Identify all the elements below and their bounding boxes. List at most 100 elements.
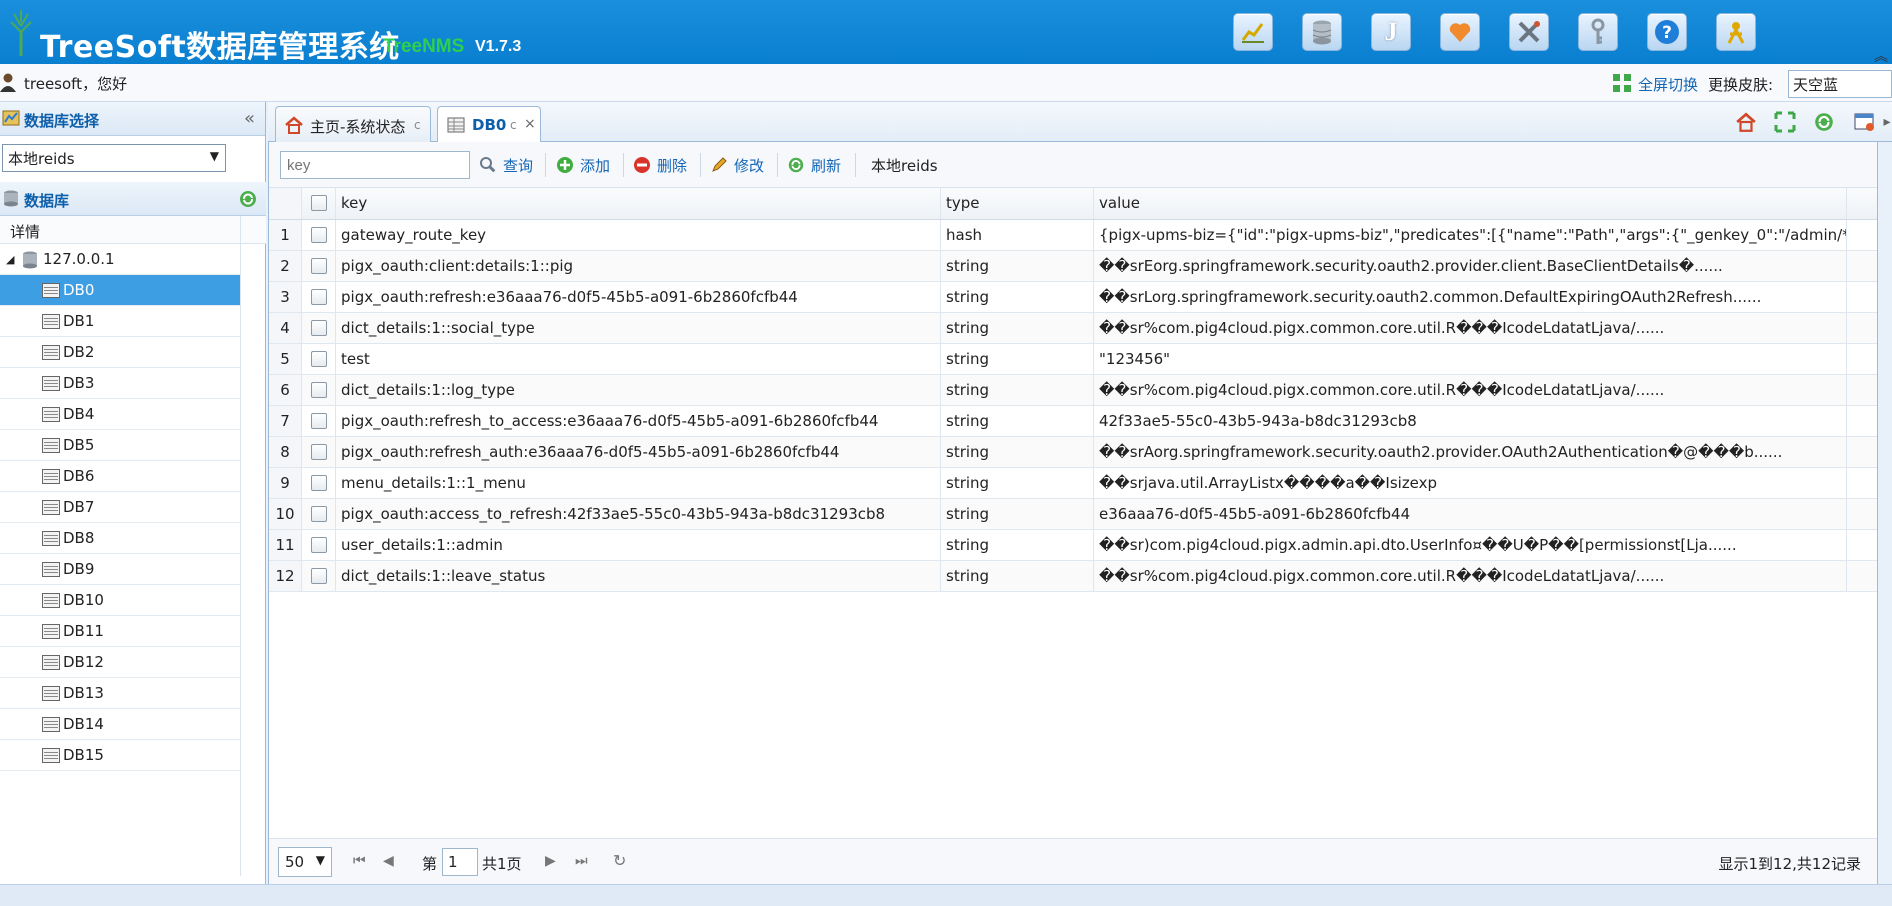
table-row[interactable]: 10 pigx_oauth:access_to_refresh:42f33ae5-… [269,499,1877,530]
fullscreen-toggle-link[interactable]: 全屏切换 [1638,74,1698,95]
column-header-key[interactable]: key [336,188,941,219]
cell-value[interactable]: ��srLorg.springframework.security.oauth2… [1094,282,1847,312]
table-row[interactable]: 11 user_details:1::admin string ��sr)com.pi… [269,530,1877,561]
tree-db-node[interactable]: DB11 [0,616,240,647]
row-checkbox-cell[interactable] [302,375,336,405]
cell-type[interactable]: string [941,406,1094,436]
cell-type[interactable]: string [941,251,1094,281]
cell-type[interactable]: hash [941,220,1094,250]
checkbox[interactable] [311,195,327,211]
select-all-checkbox[interactable] [302,188,336,219]
tree-db-node[interactable]: DB1 [0,306,240,337]
table-row[interactable]: 9 menu_details:1::1_menu string ��srjava.ut… [269,468,1877,499]
checkbox[interactable] [311,258,327,274]
home-tool-icon[interactable] [1734,110,1758,134]
query-button[interactable]: 查询 [479,155,533,176]
add-button[interactable]: 添加 [556,155,610,176]
cell-type[interactable]: string [941,468,1094,498]
cell-value[interactable]: ��srAorg.springframework.security.oauth2… [1094,437,1847,467]
checkbox[interactable] [311,382,327,398]
page-number-input[interactable]: 1 [442,848,478,876]
row-checkbox-cell[interactable] [302,406,336,436]
checkbox[interactable] [311,475,327,491]
tab-refresh-icon[interactable]: c [414,118,421,132]
tree-db-node[interactable]: DB8 [0,523,240,554]
cell-value[interactable]: ��sr%com.pig4cloud.pigx.common.core.util… [1094,561,1847,591]
key-icon[interactable] [1578,13,1618,51]
row-checkbox-cell[interactable] [302,313,336,343]
cell-key[interactable]: test [336,344,941,374]
java-icon[interactable]: J [1371,13,1411,51]
cell-key[interactable]: user_details:1::admin [336,530,941,560]
checkbox[interactable] [311,289,327,305]
tree-db-node[interactable]: DB4 [0,399,240,430]
tree-db-node[interactable]: DB7 [0,492,240,523]
table-row[interactable]: 7 pigx_oauth:refresh_to_access:e36aaa76-d… [269,406,1877,437]
cell-value[interactable]: e36aaa76-d0f5-45b5-a091-6b2860fcfb44 [1094,499,1847,529]
cell-type[interactable]: string [941,530,1094,560]
table-row[interactable]: 8 pigx_oauth:refresh_auth:e36aaa76-d0f5-4… [269,437,1877,468]
cell-key[interactable]: dict_details:1::leave_status [336,561,941,591]
tree-db-node[interactable]: DB12 [0,647,240,678]
row-checkbox-cell[interactable] [302,499,336,529]
table-row[interactable]: 3 pigx_oauth:refresh:e36aaa76-d0f5-45b5-a… [269,282,1877,313]
checkbox[interactable] [311,537,327,553]
last-page-icon[interactable]: ⏭ [575,853,588,869]
reload-tool-icon[interactable] [1812,110,1836,134]
tree-db-node[interactable]: DB2 [0,337,240,368]
chart-icon[interactable] [1233,13,1273,51]
delete-button[interactable]: 删除 [633,155,687,176]
cell-key[interactable]: pigx_oauth:refresh_auth:e36aaa76-d0f5-45… [336,437,941,467]
checkbox[interactable] [311,444,327,460]
tools-icon[interactable] [1509,13,1549,51]
tab-home[interactable]: 主页-系统状态 c [275,106,431,142]
cell-type[interactable]: string [941,313,1094,343]
cell-key[interactable]: pigx_oauth:refresh:e36aaa76-d0f5-45b5-a0… [336,282,941,312]
cell-type[interactable]: string [941,344,1094,374]
cell-key[interactable]: gateway_route_key [336,220,941,250]
skin-select[interactable]: 天空蓝 [1788,70,1892,98]
row-checkbox-cell[interactable] [302,251,336,281]
cell-key[interactable]: pigx_oauth:refresh_to_access:e36aaa76-d0… [336,406,941,436]
tab-menu-icon[interactable]: ▸ [1882,110,1892,134]
tree-db-node[interactable]: DB3 [0,368,240,399]
checkbox[interactable] [311,227,327,243]
cell-value[interactable]: ��sr%com.pig4cloud.pigx.common.core.util… [1094,313,1847,343]
checkbox[interactable] [311,506,327,522]
checkbox[interactable] [311,320,327,336]
cell-value[interactable]: ��srjava.util.ArrayListx����a��Isizexp [1094,468,1847,498]
cell-value[interactable]: "123456" [1094,344,1847,374]
cell-key[interactable]: dict_details:1::log_type [336,375,941,405]
checkbox[interactable] [311,568,327,584]
user-icon[interactable] [1716,13,1756,51]
column-header-type[interactable]: type [941,188,1094,219]
cell-key[interactable]: pigx_oauth:client:details:1::pig [336,251,941,281]
edit-button[interactable]: 修改 [710,155,764,176]
table-row[interactable]: 5 test string "123456" [269,344,1877,375]
tree-db-node[interactable]: DB9 [0,554,240,585]
table-row[interactable]: 2 pigx_oauth:client:details:1::pig string �… [269,251,1877,282]
refresh-button[interactable]: 刷新 [787,155,841,176]
connection-select[interactable]: 本地reids ▼ [2,144,226,172]
reload-icon[interactable]: ↻ [613,851,626,870]
tree-db-node[interactable]: DB15 [0,740,240,771]
row-checkbox-cell[interactable] [302,530,336,560]
cell-key[interactable]: menu_details:1::1_menu [336,468,941,498]
cell-type[interactable]: string [941,437,1094,467]
cell-type[interactable]: string [941,375,1094,405]
page-size-select[interactable]: 50 ▼ [278,847,332,877]
tab-refresh-icon[interactable]: c [510,118,517,132]
checkbox[interactable] [311,413,327,429]
tree-db-node[interactable]: DB13 [0,678,240,709]
key-search-input[interactable] [280,151,470,179]
collapse-left-icon[interactable]: « [244,108,255,129]
cell-value[interactable]: {pigx-upms-biz={"id":"pigx-upms-biz","pr… [1094,220,1847,250]
collapse-up-icon[interactable]: ︽ [1874,46,1888,66]
tree-server-node[interactable]: ◢ 127.0.0.1 [0,244,240,275]
cell-type[interactable]: string [941,499,1094,529]
table-row[interactable]: 1 gateway_route_key hash {pigx-upms-biz={"i… [269,220,1877,251]
next-page-icon[interactable]: ▶ [545,853,556,869]
window-tool-icon[interactable] [1852,110,1876,134]
cell-type[interactable]: string [941,282,1094,312]
database-icon[interactable] [1302,13,1342,51]
